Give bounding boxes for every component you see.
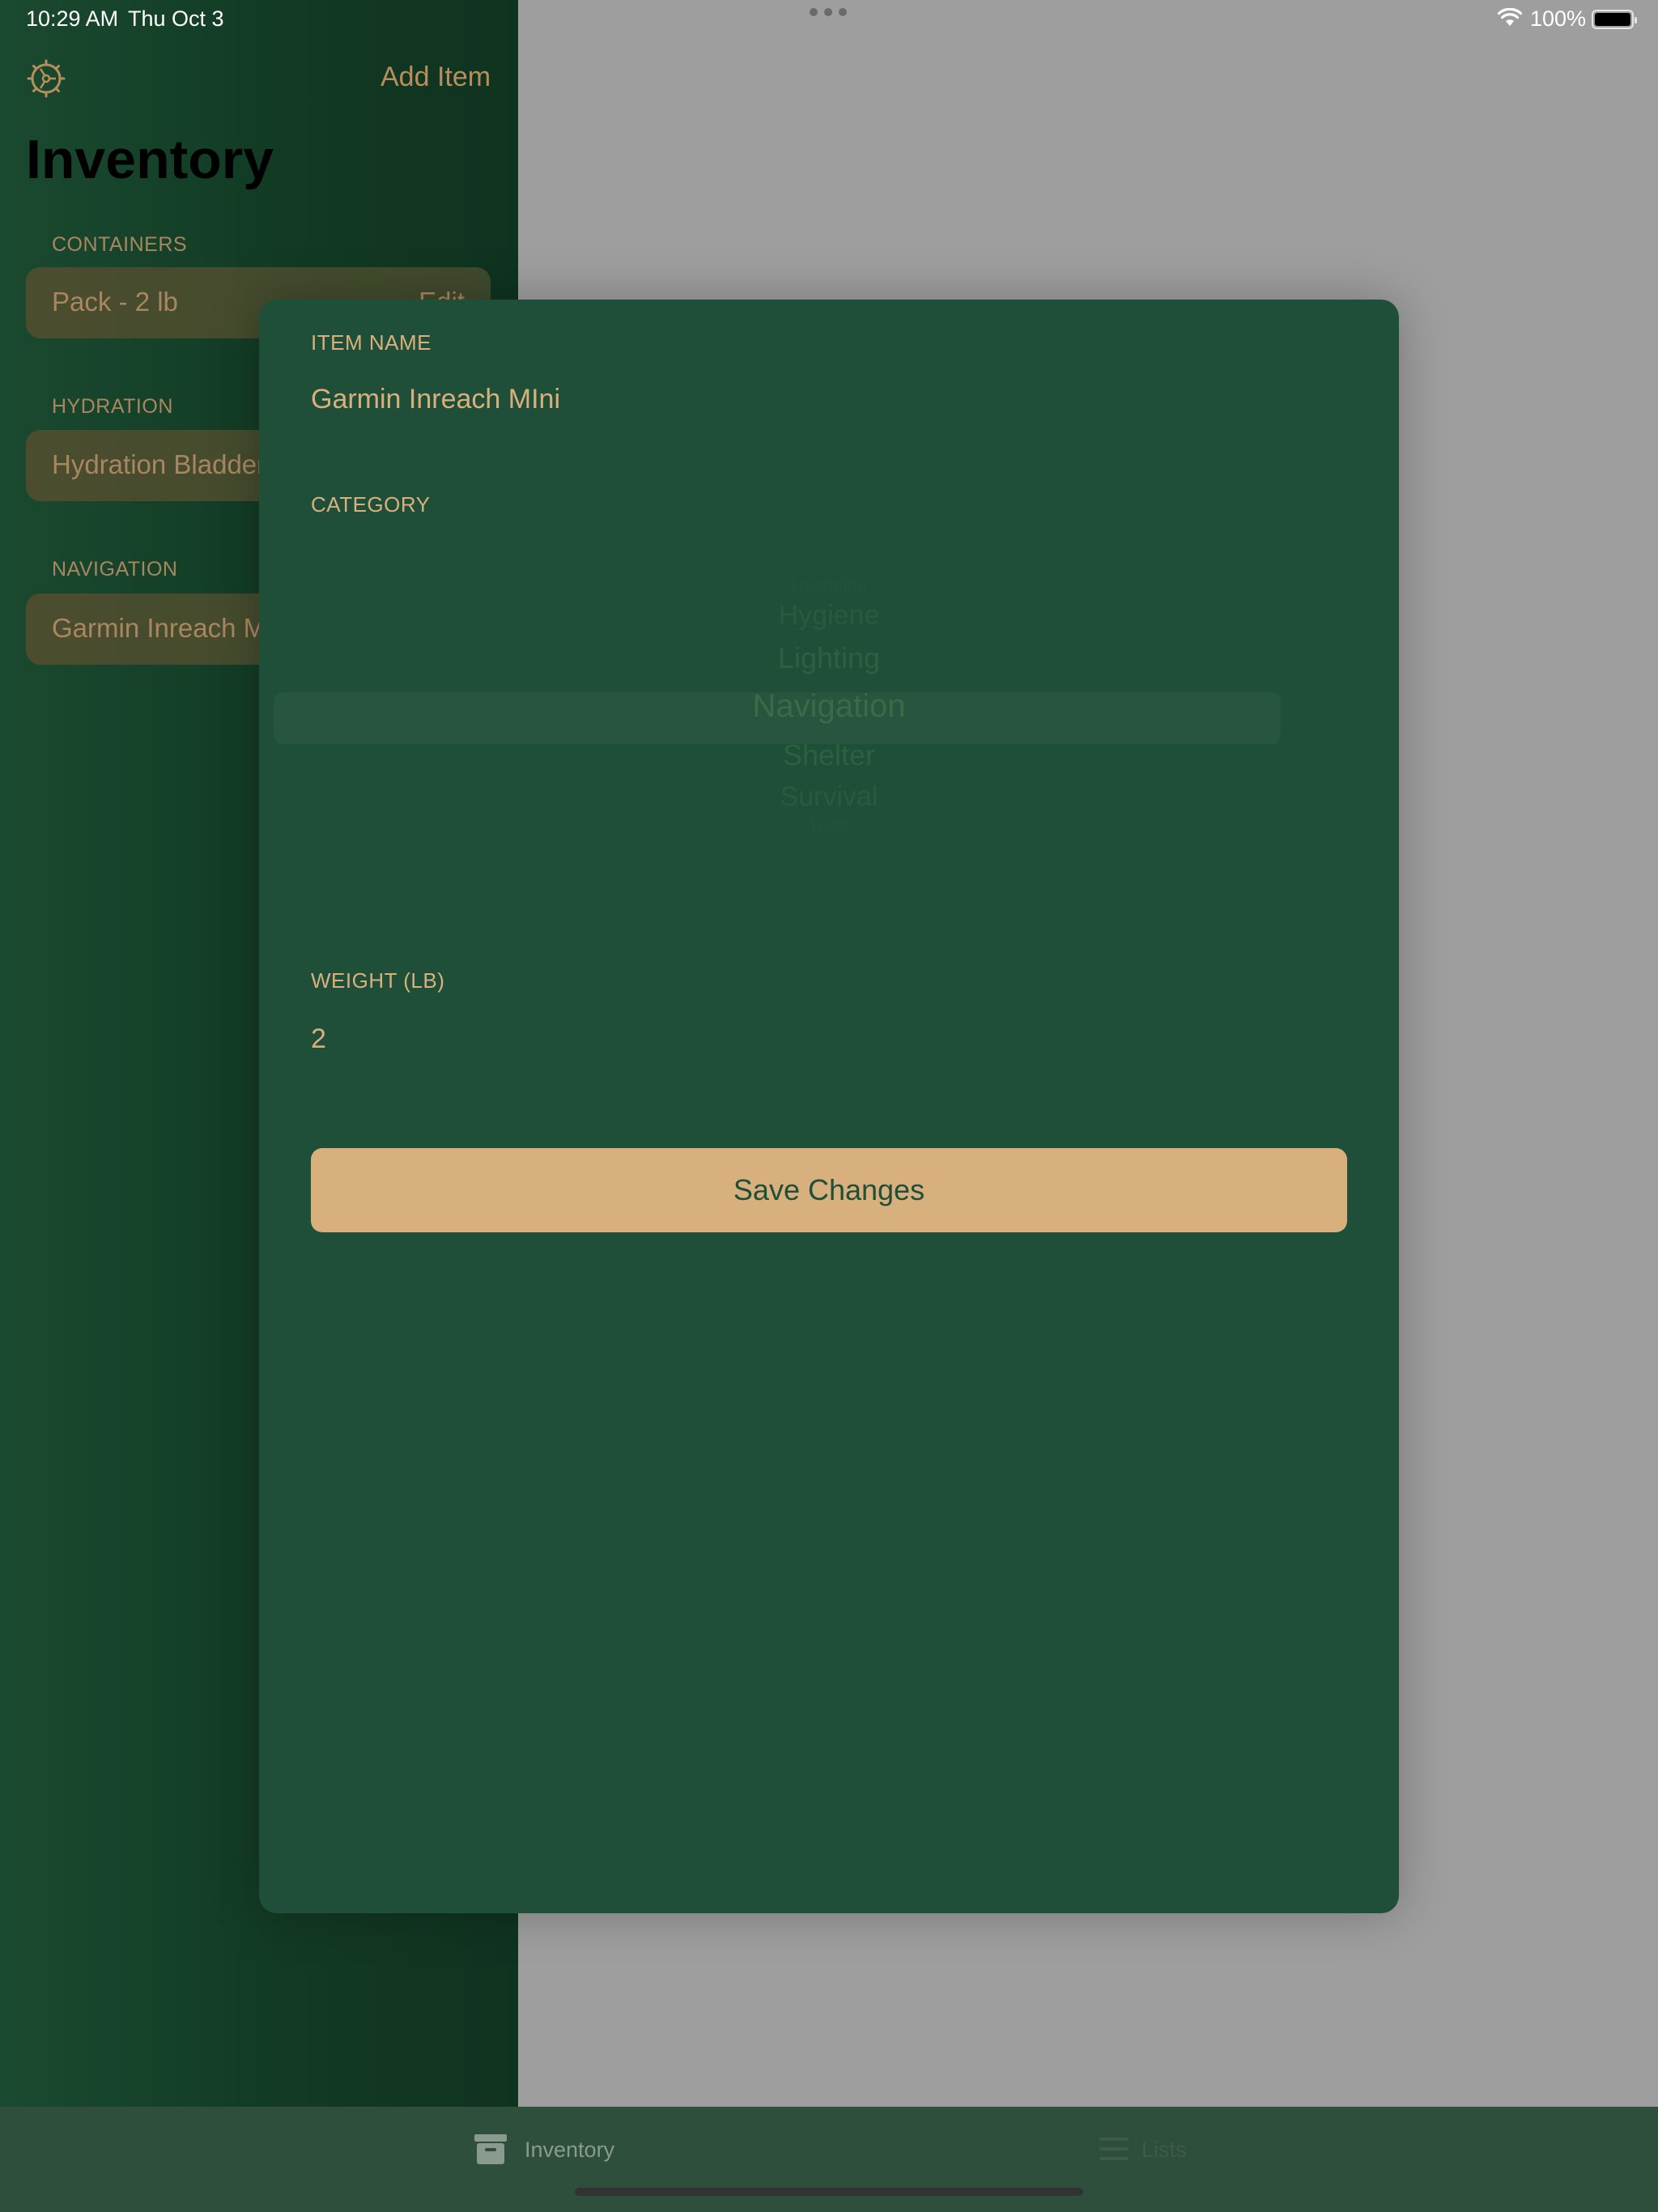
tab-lists[interactable]: Lists (1141, 2138, 1187, 2163)
weight-label: WEIGHT (LB) (311, 968, 445, 993)
battery-icon (1592, 10, 1637, 29)
add-item-button[interactable]: Add Item (380, 62, 491, 93)
list-icon[interactable] (1098, 2134, 1130, 2163)
wifi-icon (1498, 8, 1522, 26)
list-item-label: Hydration Bladder (52, 449, 266, 479)
edit-item-sheet: ITEM NAME Garmin Inreach MIni CATEGORY H… (259, 300, 1399, 1913)
picker-option[interactable]: Shelter (311, 738, 1347, 772)
page-title: Inventory (26, 129, 274, 190)
tab-inventory[interactable]: Inventory (525, 2138, 614, 2163)
picker-option[interactable]: Lighting (311, 641, 1347, 675)
section-header-hydration: HYDRATION (52, 395, 173, 418)
section-header-navigation: NAVIGATION (52, 558, 178, 581)
save-changes-button[interactable]: Save Changes (311, 1148, 1347, 1232)
list-item-label: Pack - 2 lb (52, 287, 178, 317)
category-picker[interactable]: Hydration Hygiene Lighting Navigation Shelte… (311, 567, 1347, 883)
home-indicator[interactable] (575, 2188, 1083, 2196)
picker-option[interactable]: Tools (311, 815, 1347, 836)
picker-option[interactable]: Hydration (311, 576, 1347, 597)
section-header-containers: CONTAINERS (52, 233, 188, 256)
picker-option[interactable]: Hygiene (311, 600, 1347, 632)
gear-icon[interactable] (26, 58, 66, 99)
weight-field[interactable]: 2 (311, 1023, 326, 1055)
status-time: 10:29 AM (26, 6, 119, 31)
multitasking-dots-icon[interactable] (810, 8, 847, 16)
tab-bar: Inventory Lists (0, 2107, 1658, 2212)
list-item-label: Garmin Inreach Mini (52, 613, 293, 643)
picker-option[interactable]: Survival (311, 781, 1347, 813)
status-date: Thu Oct 3 (128, 6, 224, 31)
item-name-label: ITEM NAME (311, 330, 432, 355)
battery-percent: 100% (1530, 6, 1587, 31)
item-name-field[interactable]: Garmin Inreach MIni (311, 384, 560, 415)
category-label: CATEGORY (311, 492, 431, 517)
picker-option-selected[interactable]: Navigation (311, 688, 1347, 725)
archive-box-icon[interactable] (473, 2131, 508, 2167)
